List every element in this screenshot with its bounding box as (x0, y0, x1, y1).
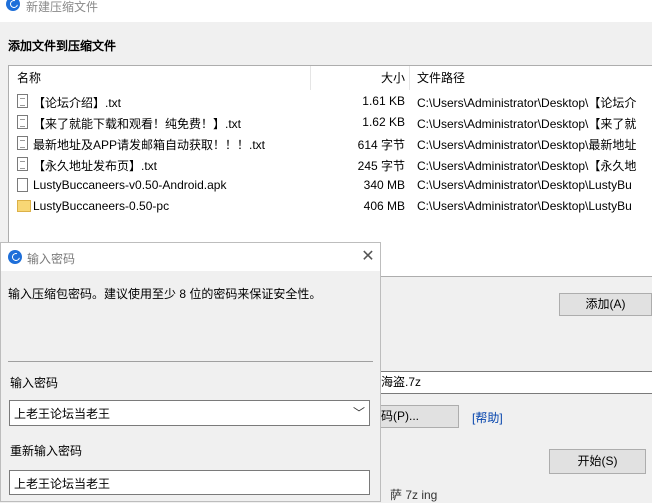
password-dialog: 输入密码 ✕ 输入压缩包密码。建议使用至少 8 位的密码来保证安全性。 输入密码… (0, 242, 381, 502)
file-size: 406 MB (363, 199, 405, 213)
close-icon[interactable]: ✕ (358, 247, 378, 267)
file-size: 340 MB (363, 178, 405, 192)
app-logo-icon (8, 250, 22, 264)
text-file-icon (17, 136, 28, 150)
text-file-icon (17, 94, 28, 108)
divider (8, 361, 373, 362)
column-header-path[interactable]: 文件路径 (417, 69, 465, 86)
confirm-password-label: 重新输入密码 (10, 444, 83, 458)
section-heading: 添加文件到压缩文件 (8, 39, 117, 53)
column-divider[interactable] (409, 66, 410, 90)
file-name: 【论坛介绍】.txt (33, 96, 122, 110)
file-name: 【永久地址发布页】.txt (33, 159, 158, 173)
column-header-name[interactable]: 名称 (17, 69, 41, 86)
file-path: C:\Users\Administrator\Desktop\【永久地 (417, 159, 637, 173)
confirm-password-field[interactable]: 上老王论坛当老王 (9, 470, 370, 495)
file-row[interactable]: 【论坛介绍】.txt 1.61 KB C:\Users\Administrato… (9, 91, 652, 112)
file-path: C:\Users\Administrator\Desktop\最新地址 (417, 138, 637, 152)
main-window-titlebar: 新建压缩文件 (0, 0, 652, 22)
main-window-title: 新建压缩文件 (26, 0, 99, 14)
app-logo-icon (6, 0, 20, 11)
column-header-size[interactable]: 大小 (381, 69, 405, 86)
file-row[interactable]: 最新地址及APP请发邮箱自动获取！！！.txt 614 字节 C:\Users\… (9, 133, 652, 154)
file-path: C:\Users\Administrator\Desktop\【来了就 (417, 117, 637, 131)
file-path: C:\Users\Administrator\Desktop\LustyBu (417, 178, 632, 192)
text-file-icon (17, 115, 28, 129)
password-value[interactable]: 上老王论坛当老王 (14, 405, 110, 422)
file-row[interactable]: 【来了就能下载和观看！纯免费！】.txt 1.62 KB C:\Users\Ad… (9, 112, 652, 133)
file-row[interactable]: LustyBuccaneers-0.50-pc 406 MB C:\Users\… (9, 196, 652, 217)
column-divider[interactable] (310, 66, 311, 90)
help-link[interactable]: [帮助] (472, 409, 503, 426)
file-size: 1.61 KB (362, 94, 405, 108)
file-name: 最新地址及APP请发邮箱自动获取！！！.txt (33, 138, 266, 152)
password-dialog-title: 输入密码 (27, 252, 76, 266)
text-file-icon (17, 157, 28, 171)
file-name: 【来了就能下载和观看！纯免费！】.txt (33, 117, 242, 131)
confirm-password-value[interactable]: 上老王论坛当老王 (14, 475, 110, 492)
password-dialog-titlebar: 输入密码 ✕ (1, 243, 380, 271)
file-row[interactable]: LustyBuccaneers-v0.50-Android.apk 340 MB… (9, 175, 652, 196)
password-label: 输入密码 (10, 376, 59, 390)
add-button[interactable]: 添加(A) (559, 293, 652, 316)
file-name: LustyBuccaneers-v0.50-Android.apk (33, 178, 227, 192)
password-combobox[interactable]: 上老王论坛当老王 ﹀ (9, 400, 370, 426)
file-path: C:\Users\Administrator\Desktop\【论坛介 (417, 96, 637, 110)
folder-icon (17, 200, 31, 212)
archive-name-field[interactable]: 的海盗.7z (368, 371, 652, 394)
chevron-down-icon[interactable]: ﹀ (353, 404, 365, 421)
file-path: C:\Users\Administrator\Desktop\LustyBu (417, 199, 632, 213)
file-row[interactable]: 【永久地址发布页】.txt 245 字节 C:\Users\Administra… (9, 154, 652, 175)
file-size: 1.62 KB (362, 115, 405, 129)
file-name: LustyBuccaneers-0.50-pc (33, 199, 170, 213)
file-size: 245 字节 (357, 159, 405, 173)
set-password-button[interactable]: 密码(P)... (368, 405, 459, 428)
file-icon (17, 178, 28, 192)
password-description: 输入压缩包密码。建议使用至少 8 位的密码来保证安全性。 (8, 287, 322, 301)
file-size: 614 字节 (357, 138, 405, 152)
start-button[interactable]: 开始(S) (549, 449, 646, 474)
